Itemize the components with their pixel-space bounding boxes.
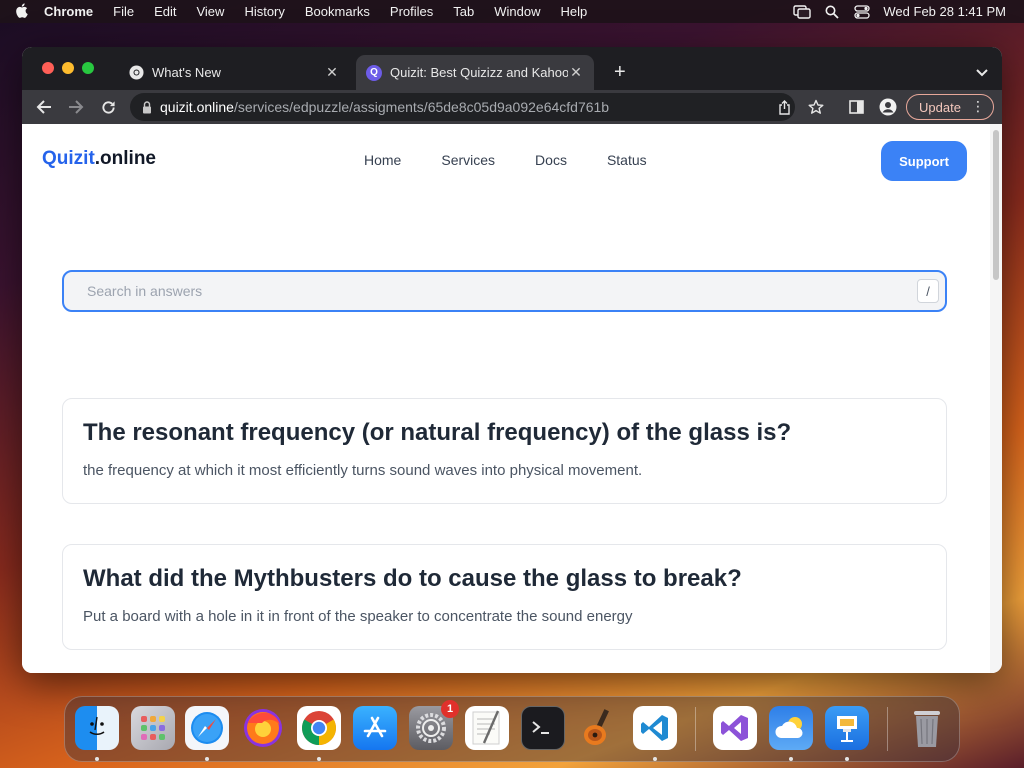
running-indicator — [789, 757, 793, 761]
window-zoom-button[interactable] — [82, 62, 94, 74]
visual-studio-icon[interactable] — [713, 706, 757, 750]
tab-title: Quizit: Best Quizizz and Kahoot — [390, 65, 568, 80]
menu-help[interactable]: Help — [551, 4, 598, 19]
url-path: /services/edpuzzle/assigments/65de8c05d9… — [233, 99, 610, 115]
browser-window: What's New ✕ Q Quizit: Best Quizizz and … — [22, 47, 1002, 673]
qa-card: What did the Mythbusters do to cause the… — [62, 544, 947, 650]
menu-view[interactable]: View — [186, 4, 234, 19]
site-logo[interactable]: Quizit.online — [42, 148, 156, 170]
lock-icon[interactable] — [142, 100, 152, 114]
notification-badge: 1 — [441, 700, 459, 718]
tab-whats-new[interactable]: What's New ✕ — [118, 55, 350, 90]
screen-mirroring-icon[interactable] — [787, 0, 817, 23]
menu-history[interactable]: History — [234, 4, 294, 19]
tab-quizit[interactable]: Q Quizit: Best Quizizz and Kahoot ✕ — [356, 55, 594, 90]
browser-toolbar: quizit.online/services/edpuzzle/assigmen… — [22, 90, 1002, 124]
question-text: The resonant frequency (or natural frequ… — [83, 419, 792, 446]
back-arrow-icon[interactable] — [28, 92, 60, 122]
answer-text: the frequency at which it most efficient… — [83, 462, 643, 479]
dock: 1 — [64, 696, 960, 762]
window-close-button[interactable] — [42, 62, 54, 74]
dock-separator — [695, 707, 696, 751]
spotlight-search-icon[interactable] — [817, 0, 847, 23]
nav-services[interactable]: Services — [441, 152, 495, 168]
garageband-icon[interactable] — [577, 706, 621, 750]
menu-bookmarks[interactable]: Bookmarks — [295, 4, 380, 19]
quizit-favicon: Q — [366, 64, 382, 81]
tab-title: What's New — [152, 65, 221, 80]
menu-tab[interactable]: Tab — [443, 4, 484, 19]
firefox-icon[interactable] — [241, 706, 285, 750]
running-indicator — [317, 757, 321, 761]
scrollbar-thumb[interactable] — [993, 130, 999, 280]
running-indicator — [653, 757, 657, 761]
answer-text: Put a board with a hole in it in front o… — [83, 608, 633, 625]
control-center-icon[interactable] — [847, 0, 877, 23]
new-tab-button[interactable]: + — [604, 55, 636, 90]
close-tab-icon[interactable]: ✕ — [568, 64, 584, 81]
dock-separator — [887, 707, 888, 751]
question-text: What did the Mythbusters do to cause the… — [83, 565, 742, 592]
tab-search-chevron-icon[interactable] — [966, 55, 998, 90]
menu-file[interactable]: File — [103, 4, 144, 19]
page-scrollbar[interactable] — [990, 124, 1002, 673]
trash-icon[interactable] — [905, 706, 949, 750]
side-panel-icon[interactable] — [844, 95, 868, 119]
menu-bar: Chrome File Edit View History Bookmarks … — [0, 0, 1024, 23]
nav-home[interactable]: Home — [364, 152, 401, 168]
textedit-icon[interactable] — [465, 706, 509, 750]
terminal-icon[interactable] — [521, 706, 565, 750]
menu-window[interactable]: Window — [484, 4, 550, 19]
search-box[interactable]: / — [62, 270, 947, 312]
address-bar[interactable]: quizit.online/services/edpuzzle/assigmen… — [130, 93, 795, 121]
reload-icon[interactable] — [92, 92, 124, 122]
tab-strip: What's New ✕ Q Quizit: Best Quizizz and … — [22, 47, 1002, 90]
search-shortcut-key: / — [917, 279, 939, 303]
finder-icon[interactable] — [75, 706, 119, 750]
menu-edit[interactable]: Edit — [144, 4, 186, 19]
menubar-clock[interactable]: Wed Feb 28 1:41 PM — [877, 4, 1024, 19]
menu-app-name[interactable]: Chrome — [34, 4, 103, 19]
more-vertical-icon[interactable]: ⋮ — [971, 98, 985, 115]
running-indicator — [95, 757, 99, 761]
url-host: quizit.online — [160, 99, 234, 115]
running-indicator — [205, 757, 209, 761]
nav-status[interactable]: Status — [607, 152, 647, 168]
weather-icon[interactable] — [769, 706, 813, 750]
update-label: Update — [919, 99, 961, 115]
update-button[interactable]: Update ⋮ — [906, 94, 994, 120]
app-store-icon[interactable] — [353, 706, 397, 750]
share-icon[interactable] — [772, 95, 796, 119]
menu-profiles[interactable]: Profiles — [380, 4, 443, 19]
bookmark-star-icon[interactable] — [804, 95, 828, 119]
search-input[interactable] — [87, 283, 887, 299]
system-settings-icon[interactable]: 1 — [409, 700, 459, 750]
nav-docs[interactable]: Docs — [535, 152, 567, 168]
close-tab-icon[interactable]: ✕ — [324, 64, 340, 81]
chrome-icon — [128, 65, 144, 81]
window-minimize-button[interactable] — [62, 62, 74, 74]
apple-menu-icon[interactable] — [0, 2, 34, 21]
running-indicator — [845, 757, 849, 761]
keynote-icon[interactable] — [825, 706, 869, 750]
launchpad-icon[interactable] — [131, 706, 175, 750]
support-button[interactable]: Support — [881, 141, 967, 181]
profile-avatar-icon[interactable] — [876, 95, 900, 119]
web-page: Quizit.online Home Services Docs Status … — [22, 124, 990, 673]
site-nav: Home Services Docs Status — [364, 152, 687, 168]
chrome-icon[interactable] — [297, 706, 341, 750]
qa-card: The resonant frequency (or natural frequ… — [62, 398, 947, 504]
vscode-icon[interactable] — [633, 706, 677, 750]
forward-arrow-icon[interactable] — [60, 92, 92, 122]
safari-icon[interactable] — [185, 706, 229, 750]
